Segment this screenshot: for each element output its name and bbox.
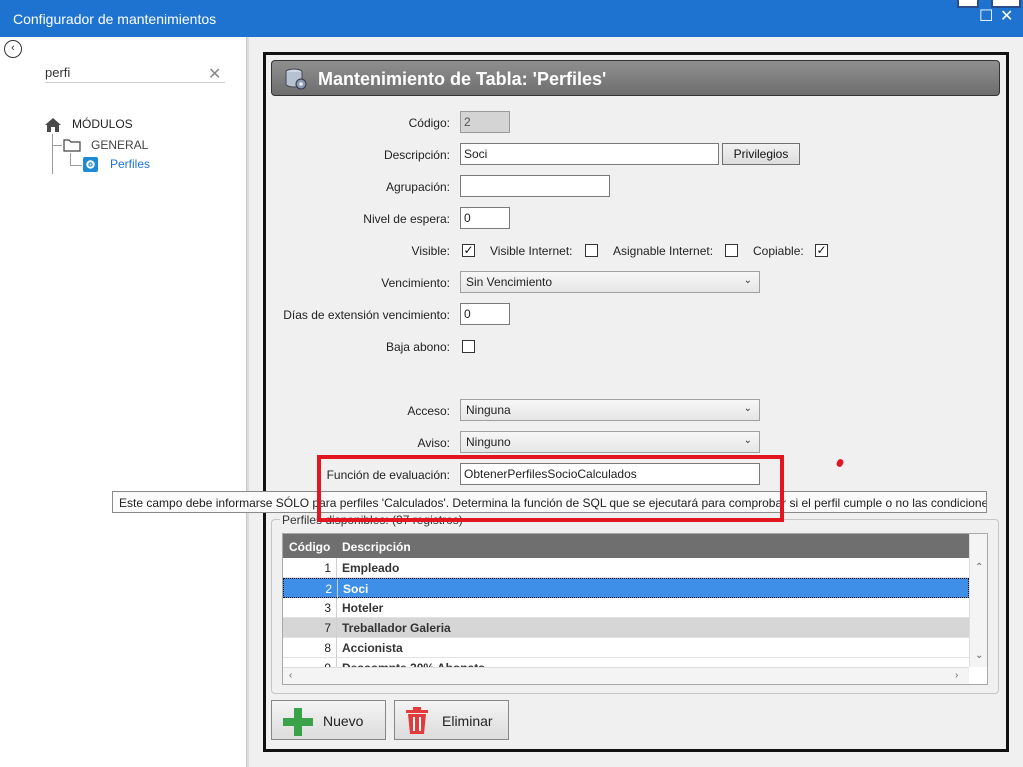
trash-icon xyxy=(406,707,428,734)
tree-connector xyxy=(52,145,62,146)
column-header-descripcion[interactable]: Descripción xyxy=(342,540,411,554)
chevron-down-icon: ⌄ xyxy=(743,435,752,446)
visible-label: Visible: xyxy=(411,244,450,258)
tree-connector xyxy=(70,153,71,165)
acceso-label: Acceso: xyxy=(407,404,450,418)
table-row[interactable]: 8 Accionista xyxy=(283,638,969,658)
close-button[interactable]: ✕ xyxy=(1000,9,1013,25)
aviso-label: Aviso: xyxy=(417,436,450,450)
column-header-codigo[interactable]: Código xyxy=(289,540,330,554)
descripcion-label: Descripción: xyxy=(383,148,450,162)
acceso-dropdown[interactable]: Ninguna ⌄ xyxy=(460,399,760,421)
privilegios-button[interactable]: Privilegios xyxy=(722,143,800,165)
print-icon[interactable] xyxy=(991,0,1021,8)
vencimiento-dropdown[interactable]: Sin Vencimiento ⌄ xyxy=(460,271,760,293)
window-titlebar: Configurador de mantenimientos ☐ ✕ xyxy=(0,0,1023,37)
form-header: Mantenimiento de Tabla: 'Perfiles' xyxy=(271,60,1000,96)
cell-descripcion: Accionista xyxy=(342,641,403,655)
scroll-right-icon[interactable]: › xyxy=(955,670,958,681)
scroll-down-icon[interactable]: ⌄ xyxy=(975,650,983,661)
vencimiento-value: Sin Vencimiento xyxy=(466,275,553,289)
chevron-left-icon: ‹ xyxy=(11,42,15,54)
cell-codigo: 2 xyxy=(325,582,332,596)
perfiles-grid[interactable]: Código Descripción 1 Empleado 2 Soci 3 H… xyxy=(282,533,988,685)
copiable-label: Copiable: xyxy=(753,244,804,258)
baja-abono-checkbox[interactable] xyxy=(462,340,475,353)
tree-folder-label[interactable]: GENERAL xyxy=(91,138,148,152)
asignable-internet-label: Asignable Internet: xyxy=(613,244,714,258)
eliminar-label: Eliminar xyxy=(442,713,493,729)
cell-descripcion: Hoteler xyxy=(342,601,384,615)
gear-icon xyxy=(83,157,98,172)
codigo-field: 2 xyxy=(460,111,510,133)
nivel-espera-field[interactable]: 0 xyxy=(460,207,510,229)
database-settings-icon xyxy=(285,68,307,90)
cell-descripcion: Treballador Galeria xyxy=(342,621,451,635)
search-input[interactable] xyxy=(45,63,225,83)
form-title: Mantenimiento de Tabla: 'Perfiles' xyxy=(318,69,607,89)
scroll-left-icon[interactable]: ‹ xyxy=(289,670,292,681)
table-row[interactable]: 7 Treballador Galeria xyxy=(283,618,969,638)
back-button[interactable]: ‹ xyxy=(4,40,22,58)
chevron-down-icon: ⌄ xyxy=(743,275,752,286)
clear-search-icon[interactable]: ✕ xyxy=(208,64,221,84)
aviso-value: Ninguno xyxy=(466,435,511,449)
codigo-label: Código: xyxy=(408,116,450,130)
agrupacion-label: Agrupación: xyxy=(385,180,450,194)
table-row-selected[interactable]: 2 Soci xyxy=(283,578,969,599)
visible-internet-label: Visible Internet: xyxy=(490,244,573,258)
vencimiento-label: Vencimiento: xyxy=(381,276,450,290)
cell-codigo: 7 xyxy=(324,621,331,635)
tree-connector xyxy=(52,134,53,174)
cell-codigo: 8 xyxy=(324,641,331,655)
tree-item-perfiles[interactable]: Perfiles xyxy=(110,157,150,171)
copiable-checkbox[interactable]: ✓ xyxy=(815,244,828,257)
cell-codigo: 1 xyxy=(324,561,331,575)
eliminar-button[interactable]: Eliminar xyxy=(394,700,509,740)
descripcion-field[interactable]: Soci xyxy=(460,143,719,165)
annotation-highlight-box xyxy=(317,455,784,522)
chevron-down-icon: ⌄ xyxy=(743,403,752,414)
nuevo-button[interactable]: Nuevo xyxy=(271,700,386,740)
tree-connector xyxy=(70,165,82,166)
scroll-up-icon[interactable]: ⌃ xyxy=(975,562,983,573)
home-icon xyxy=(45,118,61,132)
dias-extension-label: Días de extensión vencimiento: xyxy=(283,308,450,322)
grid-header: Código Descripción xyxy=(283,534,969,558)
horizontal-scrollbar[interactable]: ‹ › xyxy=(283,667,969,684)
maximize-button[interactable]: ☐ xyxy=(979,9,993,25)
cell-descripcion: Soci xyxy=(343,582,369,596)
agrupacion-field[interactable] xyxy=(460,175,610,197)
table-row[interactable]: 3 Hoteler xyxy=(283,598,969,618)
baja-abono-label: Baja abono: xyxy=(385,340,450,354)
save-icon[interactable] xyxy=(957,0,979,8)
cell-descripcion: Empleado xyxy=(342,561,400,575)
visible-checkbox[interactable]: ✓ xyxy=(462,244,475,257)
asignable-internet-checkbox[interactable] xyxy=(725,244,738,257)
tree-root-label[interactable]: MÓDULOS xyxy=(72,117,133,131)
window-title: Configurador de mantenimientos xyxy=(13,11,217,27)
nuevo-label: Nuevo xyxy=(323,713,364,729)
aviso-dropdown[interactable]: Ninguno ⌄ xyxy=(460,431,760,453)
dias-extension-field[interactable]: 0 xyxy=(460,303,510,325)
table-row[interactable]: 1 Empleado xyxy=(283,558,969,578)
vertical-scrollbar[interactable]: ⌃ ⌄ xyxy=(969,534,987,667)
acceso-value: Ninguna xyxy=(466,403,511,417)
cell-codigo: 3 xyxy=(324,601,331,615)
plus-icon xyxy=(283,708,313,736)
visible-internet-checkbox[interactable] xyxy=(585,244,598,257)
folder-icon xyxy=(63,139,81,152)
nivel-espera-label: Nivel de espera: xyxy=(363,212,450,226)
